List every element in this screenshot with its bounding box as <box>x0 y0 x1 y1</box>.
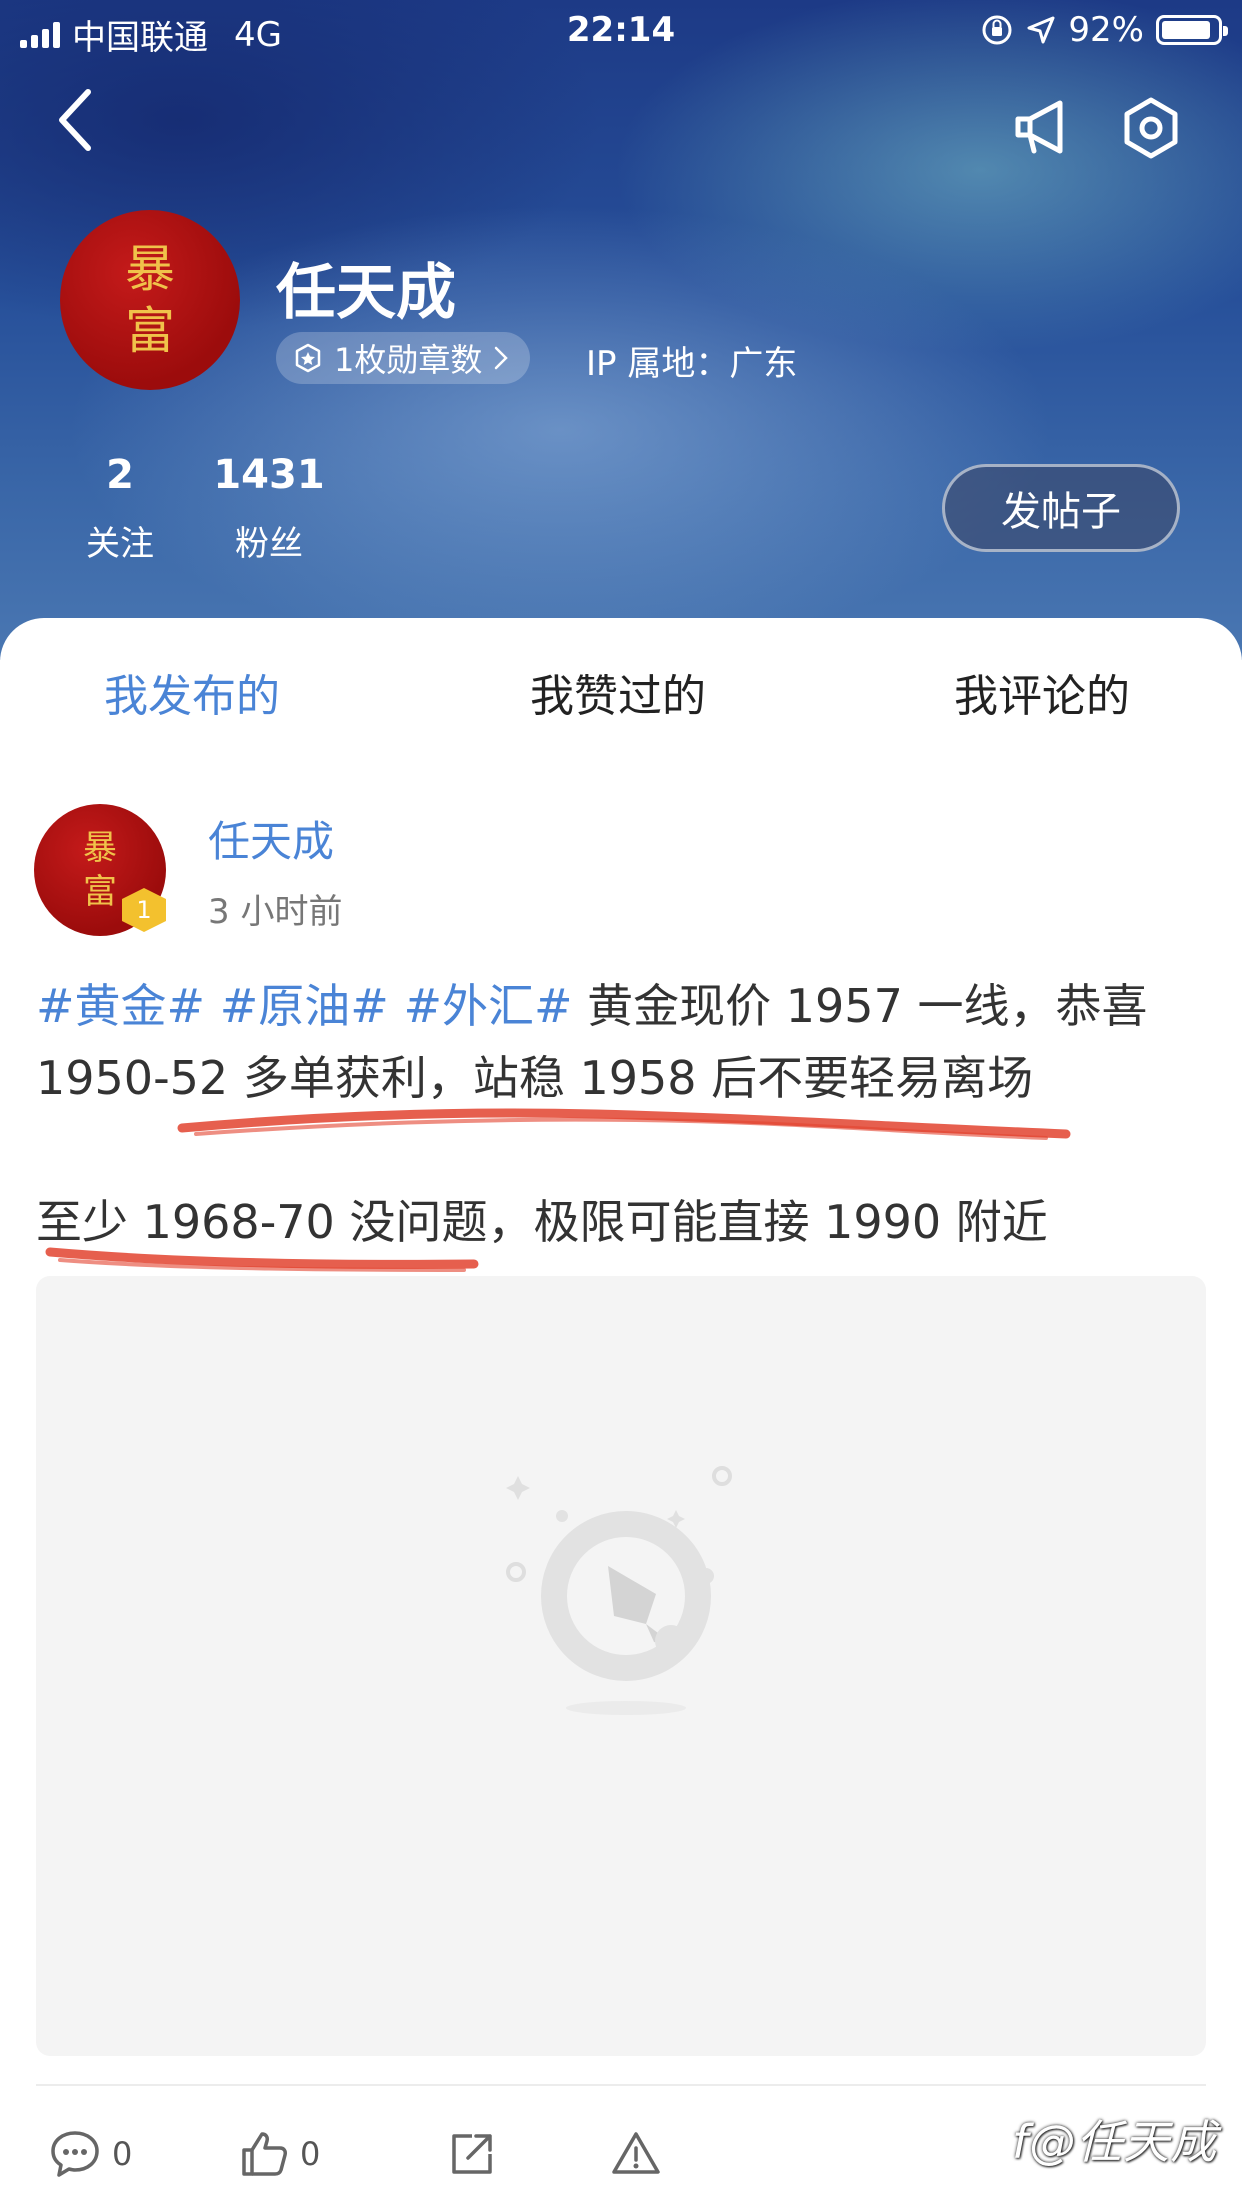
thumbs-up-icon <box>242 2132 287 2176</box>
like-count: 0 <box>300 2135 321 2173</box>
profile-name: 任天成 <box>276 258 456 328</box>
location-arrow-icon <box>1027 16 1055 44</box>
comment-count: 0 <box>112 2135 133 2173</box>
post-text-line-1: #黄金# #原油# #外汇# 黄金现价 1957 一线，恭喜 <box>36 970 1206 1036</box>
post-timestamp: 3 小时前 <box>208 892 343 932</box>
followers-label: 粉丝 <box>235 524 303 564</box>
post-author-name[interactable]: 任天成 <box>208 808 334 869</box>
back-button[interactable] <box>48 80 108 160</box>
hashtag-forex[interactable]: #外汇# <box>403 979 572 1033</box>
announcement-button[interactable] <box>1010 95 1076 161</box>
battery-percent: 92% <box>1068 10 1144 50</box>
tab-my-posts[interactable]: 我发布的 <box>104 660 280 724</box>
comment-icon <box>51 2131 99 2177</box>
battery-icon <box>1156 15 1228 45</box>
avatar-char-top: 暴 <box>125 240 175 298</box>
following-stat[interactable]: 2 关注 <box>64 452 176 565</box>
profile-header: 中国联通 4G 22:14 92% 暴 富 任天成 1枚勋章数 IP 属地：广东… <box>0 0 1242 660</box>
profile-avatar[interactable]: 暴 富 <box>60 210 240 390</box>
report-button[interactable] <box>610 2128 662 2180</box>
red-underline-scribble <box>177 1108 1071 1140</box>
avatar-char-bottom: 富 <box>83 872 117 912</box>
medal-count-chip[interactable]: 1枚勋章数 <box>276 332 531 384</box>
share-button[interactable] <box>446 2128 498 2180</box>
medal-icon <box>295 343 321 373</box>
red-underline-scribble <box>45 1247 479 1272</box>
hashtag-gold[interactable]: #黄金# <box>36 979 205 1033</box>
status-bar: 中国联通 4G 22:14 92% <box>0 0 1242 62</box>
tab-liked[interactable]: 我赞过的 <box>530 660 706 724</box>
medal-count-label: 1枚勋章数 <box>334 341 483 379</box>
settings-button[interactable] <box>1118 95 1184 161</box>
chevron-right-icon <box>495 346 509 370</box>
comment-button[interactable]: 0 <box>48 2128 132 2180</box>
status-right: 92% <box>980 10 1228 50</box>
avatar-char-bottom: 富 <box>125 302 175 360</box>
ip-location: IP 属地：广东 <box>586 344 798 384</box>
post-text-1-rest: 黄金现价 1957 一线，恭喜 <box>587 979 1148 1033</box>
image-loading-rocket-icon <box>506 1466 732 1715</box>
watermark: f@任天成 <box>1012 2115 1218 2169</box>
hashtag-oil[interactable]: #原油# <box>220 979 389 1033</box>
following-count: 2 <box>106 452 134 498</box>
megaphone-icon <box>1015 100 1063 154</box>
like-button[interactable]: 0 <box>238 2128 320 2180</box>
followers-stat[interactable]: 1431 粉丝 <box>212 452 326 565</box>
avatar-char-top: 暴 <box>83 828 117 868</box>
chevron-left-icon <box>59 89 91 151</box>
share-icon <box>452 2134 492 2174</box>
following-label: 关注 <box>86 524 154 564</box>
post-divider <box>36 2084 1206 2086</box>
warning-icon <box>612 2132 660 2174</box>
create-post-button[interactable]: 发帖子 <box>942 464 1180 552</box>
settings-hexagon-icon <box>1124 97 1178 159</box>
orientation-lock-icon <box>982 15 1012 45</box>
post-image-placeholder[interactable] <box>36 1276 1206 2056</box>
tab-commented[interactable]: 我评论的 <box>954 660 1130 724</box>
followers-count: 1431 <box>213 452 325 498</box>
post-text-line-2: 1950-52 多单获利，站稳 1958 后不要轻易离场 <box>36 1051 1034 1105</box>
